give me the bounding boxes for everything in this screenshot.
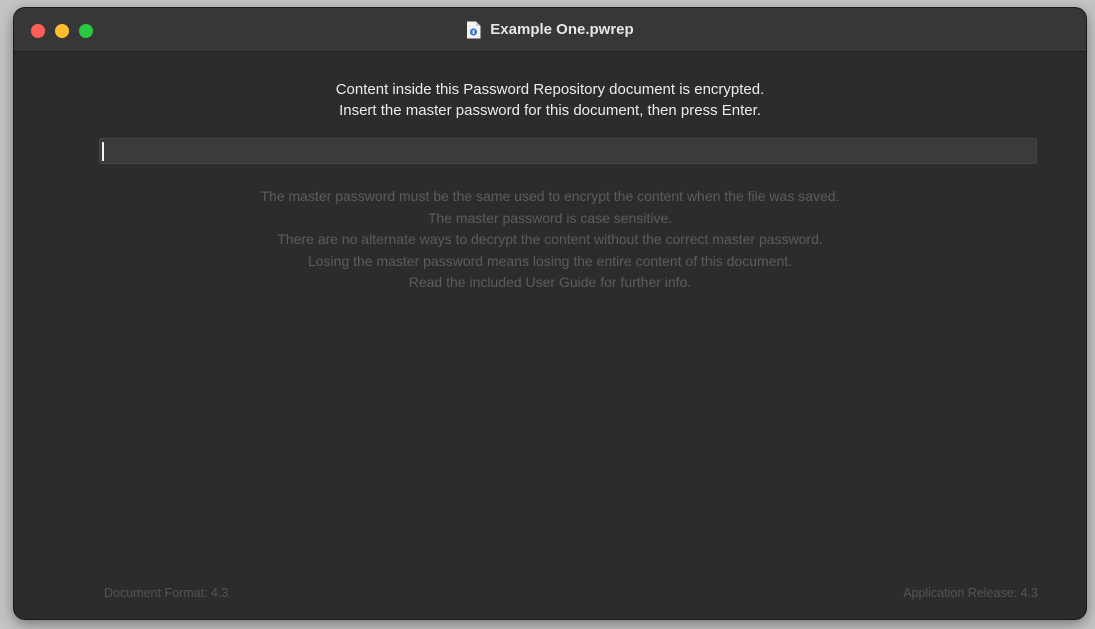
document-icon	[467, 21, 481, 38]
password-notes: The master password must be the same use…	[14, 186, 1086, 294]
intro-line-1: Content inside this Password Repository …	[335, 81, 765, 98]
application-release-label: Application Release: 4.3	[903, 586, 1038, 600]
intro-message: Content inside this Password Repository …	[14, 79, 1086, 121]
text-caret	[102, 142, 104, 161]
note-line-1: The master password must be the same use…	[260, 188, 840, 204]
note-line-3: There are no alternate ways to decrypt t…	[277, 231, 823, 247]
window-title: Example One.pwrep	[490, 21, 634, 38]
document-format-label: Document Format: 4.3	[104, 586, 229, 600]
note-line-4: Losing the master password means losing …	[307, 252, 793, 269]
master-password-input[interactable]	[99, 138, 1037, 164]
app-window: Example One.pwrep Content inside this Pa…	[14, 8, 1086, 619]
intro-line-2: Insert the master password for this docu…	[339, 102, 761, 119]
note-line-5: Read the included User Guide for further…	[408, 274, 692, 290]
note-line-2: The master password is case sensitive.	[427, 209, 673, 226]
window-title-group: Example One.pwrep	[14, 8, 1086, 51]
title-bar[interactable]: Example One.pwrep	[14, 8, 1086, 52]
